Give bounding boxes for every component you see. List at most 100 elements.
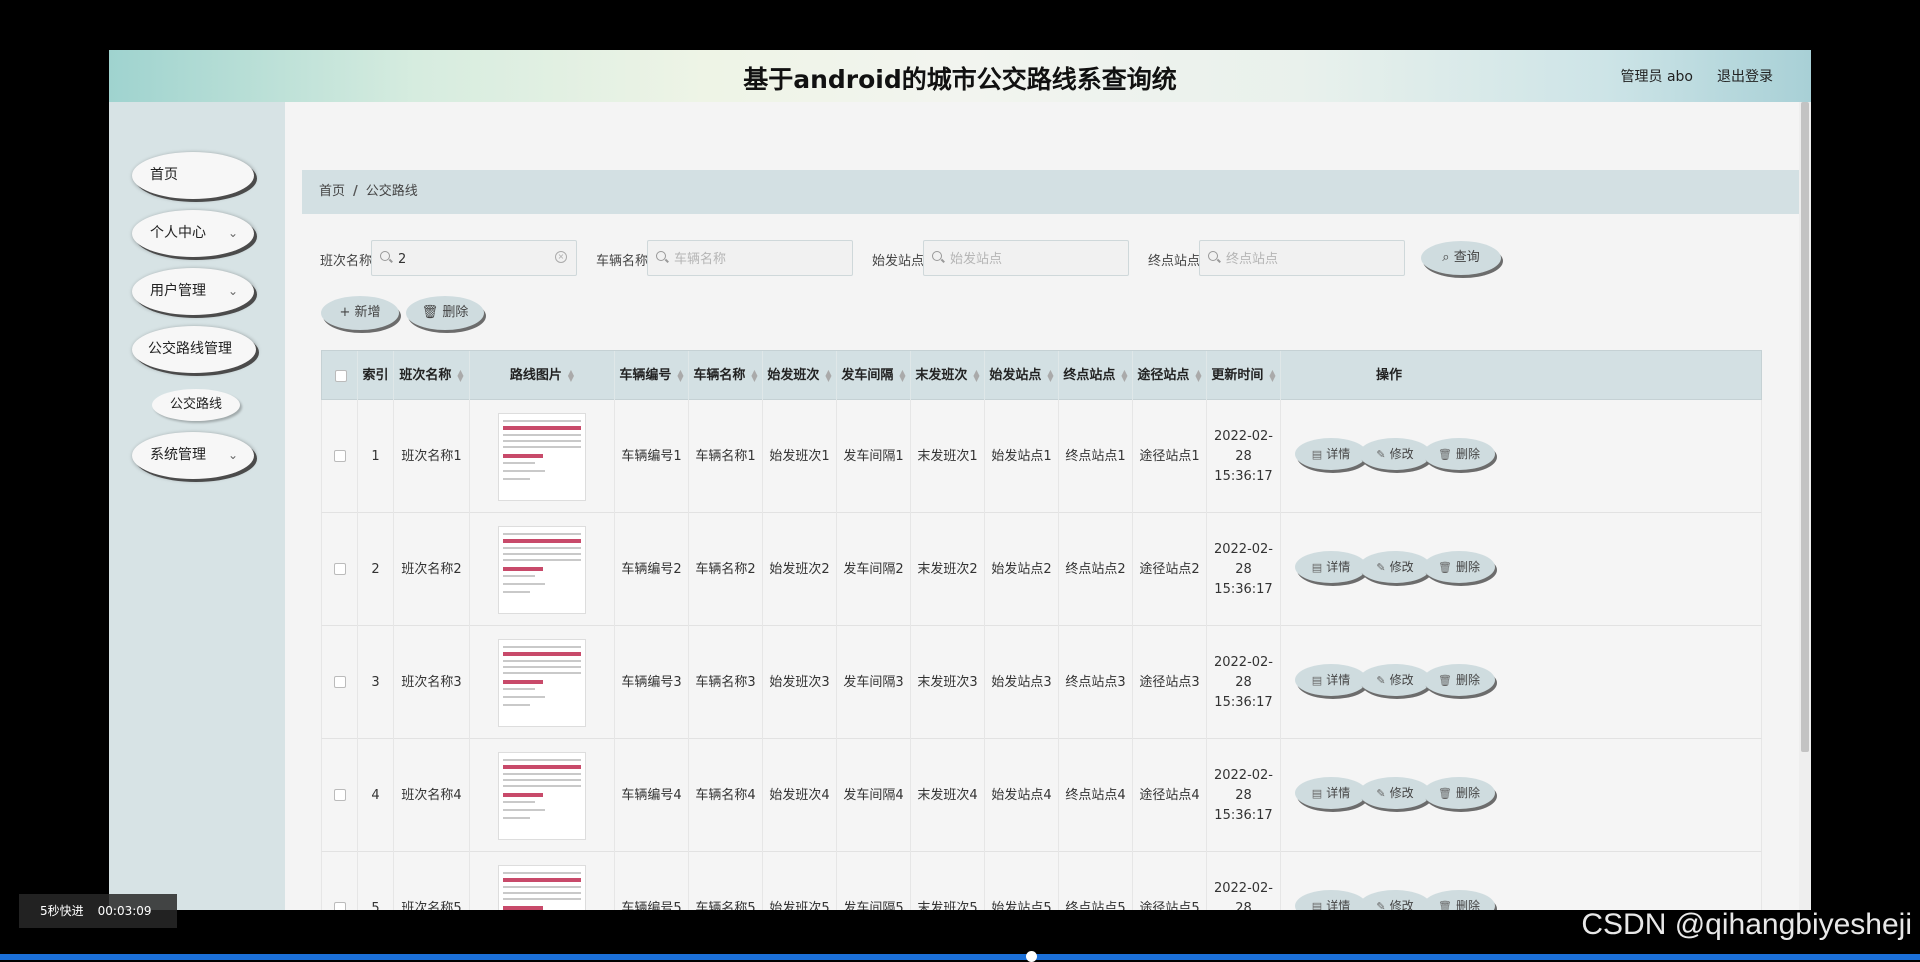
trash-icon: 🗑	[1438, 674, 1452, 687]
updated-date: 2022-02-28	[1213, 428, 1273, 464]
sidebar-item-home[interactable]: 首页	[132, 152, 254, 199]
sort-icon: ▲ ▼	[1121, 367, 1128, 383]
pencil-icon: ✎	[1376, 674, 1386, 687]
route-image-thumbnail[interactable]	[498, 525, 586, 614]
cell-start-station: 始发站点1	[985, 400, 1059, 513]
table-row: 5 班次名称5 车辆编号5 车辆名称5 始发班次5 发车间隔5 末发班次5 始发站点5 终点站点…	[321, 852, 1762, 910]
sidebar-item-bus-route-management[interactable]: 公交路线管理	[132, 326, 256, 373]
progress-knob[interactable]	[1026, 951, 1037, 962]
cell-vehicle-name: 车辆名称1	[689, 400, 763, 513]
delete-button[interactable]: 🗑 删除	[1423, 777, 1495, 809]
vertical-scrollbar[interactable]	[1799, 102, 1811, 910]
sidebar-item-system-management[interactable]: 系统管理 ⌄	[132, 432, 254, 479]
cell-actions: ▤ 详情 ✎ 修改 🗑 删除	[1281, 852, 1497, 910]
select-all-checkbox[interactable]	[335, 370, 347, 382]
start-station-input[interactable]	[950, 248, 1110, 270]
sidebar-item-label: 首页	[150, 167, 178, 183]
row-checkbox[interactable]	[334, 563, 346, 575]
route-image-thumbnail[interactable]	[498, 412, 586, 501]
edit-button[interactable]: ✎ 修改	[1359, 438, 1431, 470]
sidebar-item-personal-center[interactable]: 个人中心 ⌄	[132, 210, 254, 257]
cell-start-station: 始发站点2	[985, 513, 1059, 626]
cell-first-departure: 始发班次4	[763, 739, 837, 852]
delete-button[interactable]: 🗑 删除	[1423, 890, 1495, 910]
sidebar-item-label: 公交路线管理	[148, 341, 232, 357]
cell-via-stations: 途径站点3	[1133, 626, 1207, 739]
edit-button[interactable]: ✎ 修改	[1359, 890, 1431, 910]
clear-icon[interactable]: ×	[555, 251, 567, 263]
search-label-end-station: 终点站点	[1148, 254, 1201, 269]
sort-icon: ▲ ▼	[899, 367, 906, 383]
route-name-input[interactable]	[398, 248, 558, 270]
th-route-name[interactable]: 班次名称 ▲ ▼	[394, 351, 470, 401]
route-image-thumbnail[interactable]	[498, 864, 586, 910]
sidebar-subitem-bus-route[interactable]: 公交路线	[152, 389, 240, 421]
delete-label: 删除	[1455, 560, 1480, 574]
video-progress-bar[interactable]	[0, 951, 1920, 962]
chevron-down-icon: ⌄	[227, 448, 238, 462]
th-vehicle-name[interactable]: 车辆名称 ▲ ▼	[689, 351, 763, 401]
sort-icon: ▲ ▼	[973, 367, 980, 383]
row-checkbox-cell	[322, 626, 358, 739]
th-vehicle-no[interactable]: 车辆编号 ▲ ▼	[615, 351, 689, 401]
add-button[interactable]: + 新增	[321, 296, 399, 330]
route-image-thumbnail[interactable]	[498, 751, 586, 840]
edit-button[interactable]: ✎ 修改	[1359, 551, 1431, 583]
search-icon	[1208, 251, 1218, 261]
th-start-station[interactable]: 始发站点 ▲ ▼	[985, 351, 1059, 401]
updated-time: 15:36:17	[1214, 468, 1273, 484]
vehicle-name-input[interactable]	[674, 248, 834, 270]
end-station-input[interactable]	[1226, 248, 1386, 270]
row-checkbox[interactable]	[334, 676, 346, 688]
th-last-departure[interactable]: 末发班次 ▲ ▼	[911, 351, 985, 401]
updated-date: 2022-02-28	[1213, 767, 1273, 803]
edit-button[interactable]: ✎ 修改	[1359, 777, 1431, 809]
cell-interval: 发车间隔3	[837, 626, 911, 739]
document-icon: ▤	[1311, 561, 1323, 574]
start-station-input-wrapper	[923, 240, 1129, 276]
detail-button[interactable]: ▤ 详情	[1295, 438, 1367, 470]
th-first-departure[interactable]: 始发班次 ▲ ▼	[763, 351, 837, 401]
th-label: 更新时间	[1211, 368, 1264, 383]
sort-icon: ▲ ▼	[1195, 367, 1202, 383]
main-content: 首页 / 公交路线 班次名称 × 车辆名称 始发站点 终点站点	[285, 102, 1811, 910]
th-label: 始发班次	[767, 368, 820, 383]
th-interval[interactable]: 发车间隔 ▲ ▼	[837, 351, 911, 401]
breadcrumb-home[interactable]: 首页	[319, 184, 345, 199]
detail-label: 详情	[1326, 786, 1351, 800]
cell-first-departure: 始发班次3	[763, 626, 837, 739]
sort-icon: ▲ ▼	[825, 367, 832, 383]
detail-button[interactable]: ▤ 详情	[1295, 664, 1367, 696]
route-image-thumbnail[interactable]	[498, 638, 586, 727]
cell-last-departure: 末发班次1	[911, 400, 985, 513]
row-checkbox[interactable]	[334, 789, 346, 801]
sidebar-item-user-management[interactable]: 用户管理 ⌄	[132, 268, 254, 315]
cell-index: 4	[358, 739, 394, 852]
edit-button[interactable]: ✎ 修改	[1359, 664, 1431, 696]
detail-button[interactable]: ▤ 详情	[1295, 551, 1367, 583]
th-updated-at[interactable]: 更新时间 ▲ ▼	[1207, 351, 1281, 401]
th-end-station[interactable]: 终点站点 ▲ ▼	[1059, 351, 1133, 401]
row-checkbox[interactable]	[334, 902, 346, 910]
header-bar: 基于android的城市公交路线系查询统 管理员 abo 退出登录	[109, 50, 1811, 102]
detail-button[interactable]: ▤ 详情	[1295, 777, 1367, 809]
batch-delete-button[interactable]: 🗑 删除	[406, 296, 484, 330]
cell-end-station: 终点站点4	[1059, 739, 1133, 852]
logout-link[interactable]: 退出登录	[1717, 66, 1773, 86]
delete-button[interactable]: 🗑 删除	[1423, 551, 1495, 583]
th-route-image[interactable]: 路线图片 ▲ ▼	[470, 351, 615, 401]
th-via-stations[interactable]: 途径站点 ▲ ▼	[1133, 351, 1207, 401]
delete-button[interactable]: 🗑 删除	[1423, 438, 1495, 470]
scrollbar-thumb[interactable]	[1801, 102, 1809, 752]
chevron-down-icon: ⌄	[227, 284, 238, 298]
th-label: 发车间隔	[841, 368, 894, 383]
row-checkbox[interactable]	[334, 450, 346, 462]
cell-route-name: 班次名称5	[394, 852, 470, 910]
detail-button[interactable]: ▤ 详情	[1295, 890, 1367, 910]
cell-interval: 发车间隔2	[837, 513, 911, 626]
cell-via-stations: 途径站点4	[1133, 739, 1207, 852]
query-button[interactable]: ⌕ 查询	[1421, 241, 1501, 275]
th-label: 班次名称	[399, 368, 452, 383]
delete-button[interactable]: 🗑 删除	[1423, 664, 1495, 696]
pencil-icon: ✎	[1376, 561, 1386, 574]
